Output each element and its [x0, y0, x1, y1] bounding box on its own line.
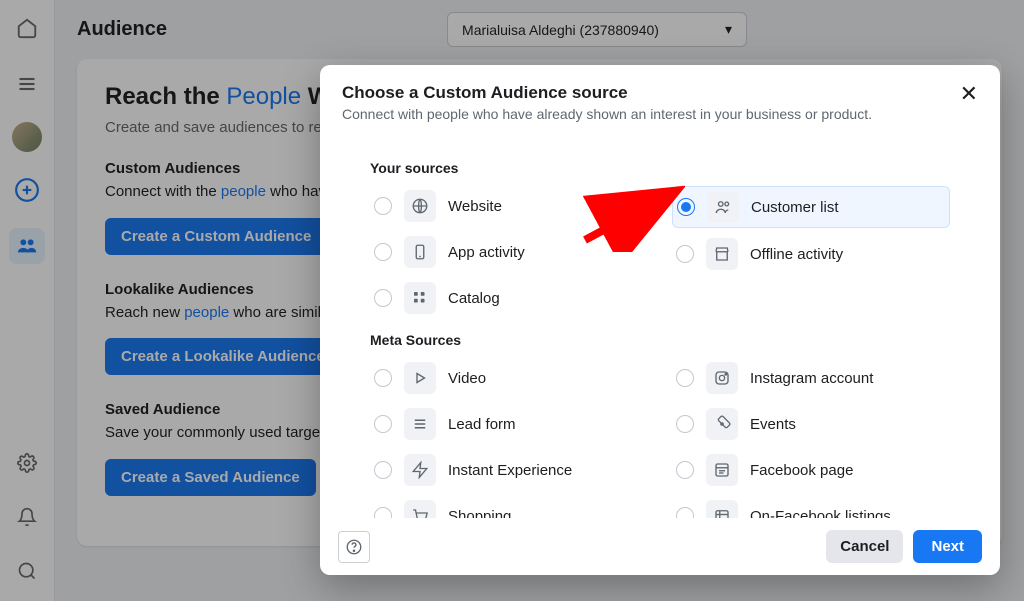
instant-icon: [404, 454, 436, 486]
source-customer-list[interactable]: Customer list: [672, 186, 950, 228]
source-modal: ✕ Choose a Custom Audience source Connec…: [320, 65, 1000, 575]
source-offline-activity[interactable]: Offline activity: [672, 234, 950, 274]
source-website[interactable]: Website: [370, 186, 648, 226]
form-icon: [404, 408, 436, 440]
radio-off[interactable]: [676, 369, 694, 387]
modal-title: Choose a Custom Audience source: [342, 83, 978, 103]
your-sources-title: Your sources: [370, 160, 950, 176]
source-listings[interactable]: On-Facebook listings: [672, 496, 950, 518]
radio-off[interactable]: [374, 197, 392, 215]
radio-on[interactable]: [677, 198, 695, 216]
globe-icon: [404, 190, 436, 222]
radio-off[interactable]: [374, 243, 392, 261]
close-icon[interactable]: ✕: [960, 83, 978, 105]
radio-off[interactable]: [374, 289, 392, 307]
radio-off[interactable]: [374, 461, 392, 479]
source-events[interactable]: Events: [672, 404, 950, 444]
cancel-button[interactable]: Cancel: [826, 530, 903, 563]
help-icon[interactable]: [338, 531, 370, 563]
source-video[interactable]: Video: [370, 358, 648, 398]
app-icon: [404, 236, 436, 268]
catalog-icon: [404, 282, 436, 314]
next-button[interactable]: Next: [913, 530, 982, 563]
radio-off[interactable]: [676, 461, 694, 479]
source-facebook-page[interactable]: Facebook page: [672, 450, 950, 490]
shopping-icon: [404, 500, 436, 518]
listings-icon: [706, 500, 738, 518]
source-app-activity[interactable]: App activity: [370, 232, 648, 272]
radio-off[interactable]: [374, 415, 392, 433]
radio-off[interactable]: [374, 507, 392, 518]
radio-off[interactable]: [676, 245, 694, 263]
radio-off[interactable]: [676, 507, 694, 518]
instagram-icon: [706, 362, 738, 394]
source-instant-experience[interactable]: Instant Experience: [370, 450, 648, 490]
radio-off[interactable]: [676, 415, 694, 433]
events-icon: [706, 408, 738, 440]
video-icon: [404, 362, 436, 394]
source-catalog[interactable]: Catalog: [370, 278, 648, 318]
source-lead-form[interactable]: Lead form: [370, 404, 648, 444]
radio-off[interactable]: [374, 369, 392, 387]
store-icon: [706, 238, 738, 270]
source-shopping[interactable]: Shopping: [370, 496, 648, 518]
modal-subtitle: Connect with people who have already sho…: [342, 106, 978, 122]
fbpage-icon: [706, 454, 738, 486]
people-icon: [707, 191, 739, 223]
source-instagram[interactable]: Instagram account: [672, 358, 950, 398]
meta-sources-title: Meta Sources: [370, 332, 950, 348]
